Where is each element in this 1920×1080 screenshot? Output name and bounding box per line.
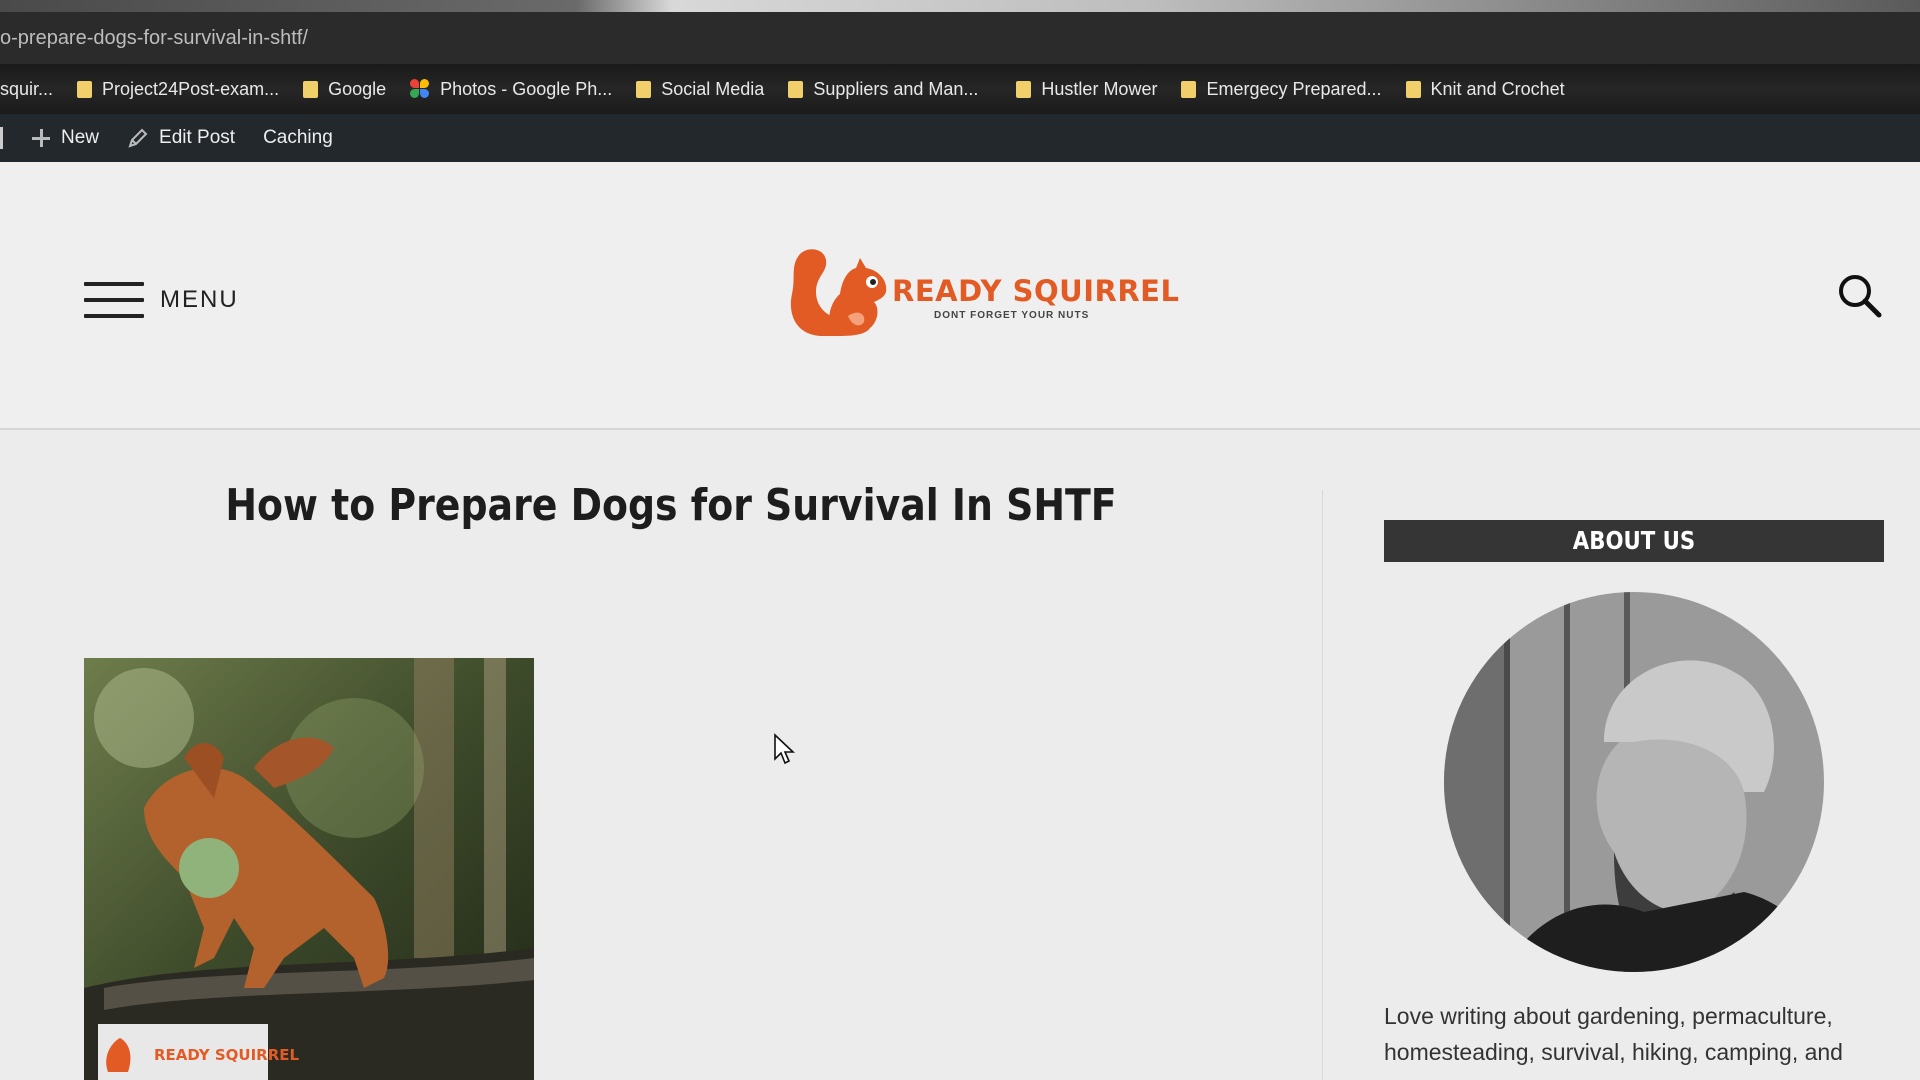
logo-tagline: DONT FORGET YOUR NUTS xyxy=(934,310,1090,321)
about-us-heading: ABOUT US xyxy=(1572,526,1696,555)
admin-edit-post-label: Edit Post xyxy=(159,127,236,148)
menu-label: MENU xyxy=(160,286,239,313)
bookmark-google-photos[interactable]: Photos - Google Ph... xyxy=(398,64,624,114)
author-avatar xyxy=(1444,592,1824,972)
folder-icon xyxy=(77,80,93,98)
site-header: MENU READY SQUIRREL DONT FORGET YOUR NUT… xyxy=(0,162,1920,430)
bookmark-label: Project24Post-exam... xyxy=(102,78,280,99)
logo-text: READY SQUIRREL xyxy=(892,274,1180,308)
admin-caching-label: Caching xyxy=(263,127,333,148)
bookmark-emergency-prepared[interactable]: Emergecy Prepared... xyxy=(1169,64,1393,114)
pencil-icon xyxy=(128,128,148,148)
search-icon xyxy=(1839,275,1882,318)
bookmarks-bar: squir... Project24Post-exam... Google Ph… xyxy=(0,64,1920,114)
hamburger-icon xyxy=(84,282,144,318)
about-us-text: Love writing about gardening, permacultu… xyxy=(1384,1003,1843,1065)
folder-icon xyxy=(1016,80,1032,98)
plus-icon xyxy=(31,128,51,148)
bookmark-label: Photos - Google Ph... xyxy=(440,78,613,99)
bookmark-label: Suppliers and Man... xyxy=(813,78,979,99)
bookmark-hustler-mower[interactable]: Hustler Mower xyxy=(990,64,1169,114)
bookmark-label: Google xyxy=(328,78,387,99)
folder-icon xyxy=(1181,80,1197,98)
featured-image[interactable]: READY SQUIRREL xyxy=(84,658,534,1080)
wp-admin-bar: New Edit Post Caching xyxy=(0,114,1920,162)
site-logo[interactable]: READY SQUIRREL DONT FORGET YOUR NUTS xyxy=(786,246,1179,338)
google-photos-icon xyxy=(410,79,430,99)
bookmark-knit-crochet[interactable]: Knit and Crochet xyxy=(1394,64,1577,114)
bookmark-label: Hustler Mower xyxy=(1041,78,1158,99)
browser-tab-strip xyxy=(0,0,1920,12)
dog-photo: READY SQUIRREL xyxy=(84,658,534,1080)
admin-new-button[interactable]: New xyxy=(17,114,113,162)
bookmark-label: Social Media xyxy=(661,78,765,99)
content-sidebar-divider xyxy=(1322,490,1323,1080)
admin-bar-edge xyxy=(0,127,3,149)
bookmark-squir[interactable]: squir... xyxy=(0,64,65,114)
image-watermark-text: READY SQUIRREL xyxy=(154,1046,300,1064)
post-title: How to Prepare Dogs for Survival In SHTF xyxy=(225,480,1117,531)
squirrel-logo-icon xyxy=(790,249,887,336)
folder-icon xyxy=(1405,80,1421,98)
about-us-widget-title: ABOUT US xyxy=(1384,520,1884,562)
search-button[interactable] xyxy=(1836,272,1884,320)
folder-icon xyxy=(788,80,804,98)
bookmark-label: squir... xyxy=(0,78,54,99)
bookmark-google[interactable]: Google xyxy=(291,64,398,114)
author-photo xyxy=(1444,592,1824,972)
bookmark-project24post[interactable]: Project24Post-exam... xyxy=(65,64,291,114)
address-bar-url: o-prepare-dogs-for-survival-in-shtf/ xyxy=(0,27,308,49)
bookmark-social-media[interactable]: Social Media xyxy=(624,64,776,114)
menu-toggle-button[interactable]: MENU xyxy=(84,282,239,318)
admin-edit-post-button[interactable]: Edit Post xyxy=(113,114,249,162)
bookmark-label: Knit and Crochet xyxy=(1430,78,1565,99)
admin-caching-button[interactable]: Caching xyxy=(249,114,347,162)
folder-icon xyxy=(636,80,652,98)
address-bar[interactable]: o-prepare-dogs-for-survival-in-shtf/ xyxy=(0,12,1920,64)
bookmark-suppliers[interactable]: Suppliers and Man... xyxy=(776,64,990,114)
mouse-cursor-icon xyxy=(774,733,796,765)
admin-new-label: New xyxy=(61,127,100,148)
bookmark-label: Emergecy Prepared... xyxy=(1206,78,1382,99)
folder-icon xyxy=(303,80,319,98)
